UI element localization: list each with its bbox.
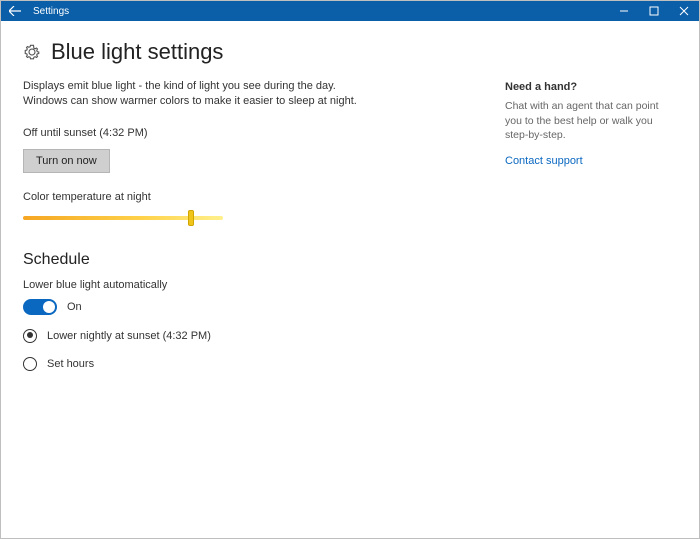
schedule-heading: Schedule xyxy=(23,251,373,269)
maximize-button[interactable] xyxy=(639,1,669,21)
page-body: Blue light settings Displays emit blue l… xyxy=(1,21,699,538)
maximize-icon xyxy=(649,6,659,16)
arrow-left-icon xyxy=(9,6,21,16)
minimize-icon xyxy=(619,6,629,16)
radio-label: Lower nightly at sunset (4:32 PM) xyxy=(47,330,211,342)
minimize-button[interactable] xyxy=(609,1,639,21)
help-text: Chat with an agent that can point you to… xyxy=(505,99,675,143)
slider-thumb[interactable] xyxy=(188,210,194,226)
radio-option-set-hours[interactable]: Set hours xyxy=(23,357,373,371)
close-button[interactable] xyxy=(669,1,699,21)
toggle-knob xyxy=(43,301,55,313)
help-sidebar: Need a hand? Chat with an agent that can… xyxy=(505,81,675,169)
toggle-state-label: On xyxy=(67,301,82,313)
help-heading: Need a hand? xyxy=(505,81,675,93)
main-column: Displays emit blue light - the kind of l… xyxy=(23,79,373,371)
radio-icon xyxy=(23,357,37,371)
turn-on-button[interactable]: Turn on now xyxy=(23,149,110,173)
gear-icon xyxy=(23,43,41,61)
page-description: Displays emit blue light - the kind of l… xyxy=(23,79,373,109)
close-icon xyxy=(679,6,689,16)
color-temp-label: Color temperature at night xyxy=(23,191,373,203)
auto-lower-label: Lower blue light automatically xyxy=(23,279,373,291)
back-button[interactable] xyxy=(1,1,29,21)
color-temp-slider[interactable] xyxy=(23,211,223,225)
radio-icon xyxy=(23,329,37,343)
titlebar: Settings xyxy=(1,1,699,21)
auto-lower-toggle[interactable] xyxy=(23,299,57,315)
page-header: Blue light settings xyxy=(23,39,677,65)
status-text: Off until sunset (4:32 PM) xyxy=(23,127,373,139)
settings-window: Settings Blue light settings Displays em… xyxy=(0,0,700,539)
contact-support-link[interactable]: Contact support xyxy=(505,155,583,167)
window-title: Settings xyxy=(29,6,69,17)
radio-option-sunset[interactable]: Lower nightly at sunset (4:32 PM) xyxy=(23,329,373,343)
radio-label: Set hours xyxy=(47,358,94,370)
page-title: Blue light settings xyxy=(51,39,223,65)
